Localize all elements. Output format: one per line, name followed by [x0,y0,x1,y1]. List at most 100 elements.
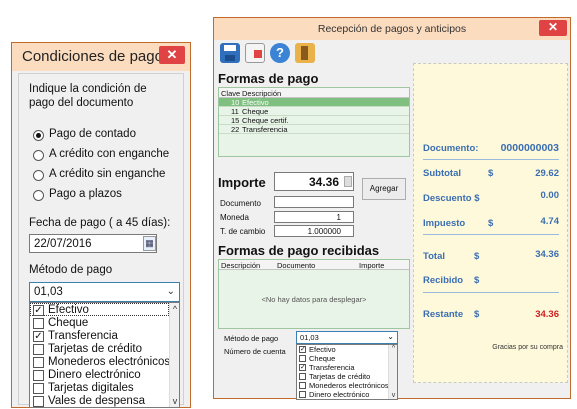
window-title-bar[interactable]: Recepción de pagos y anticipos ✕ [214,18,570,40]
checkbox[interactable] [33,370,44,381]
recibidas-title: Formas de pago recibidas [218,243,380,258]
grid-header: Clave Descripción [219,88,409,98]
chevron-down-icon[interactable]: ⌄ [167,286,175,297]
close-button[interactable]: ✕ [539,20,567,36]
agregar-button[interactable]: Agregar [362,178,406,200]
help-icon[interactable]: ? [270,43,290,63]
moneda-field[interactable]: 1 [274,211,354,223]
total-currency: $ [474,251,480,262]
checkbox[interactable] [299,373,306,380]
formas-title: Formas de pago [218,71,319,86]
recibidas-grid: Descripción Documento Importe <No hay da… [218,259,410,329]
close-button[interactable]: ✕ [159,46,185,64]
thanks-message: Gracias por su compra [492,344,563,351]
documento-summary-label: Documento: [423,143,479,154]
metodo-options-list: ✓ Efectivo Cheque ✓ Transferencia Tarjetas… [296,344,398,400]
date-value: 22/07/2016 [34,238,92,250]
list-item-label: Transferencia [309,363,355,372]
date-field[interactable]: 22/07/2016 [29,234,157,253]
method-options-list: ✓ Efectivo Cheque ✓ Transferencia Tarjetas… [29,302,180,408]
list-item-label: Tarjetas digitales [48,382,134,394]
calendar-icon[interactable]: ▦ [143,236,156,251]
divider [423,234,559,235]
restante-label: Restante [423,309,464,320]
total-value: 34.36 [535,249,559,260]
scroll-up-icon[interactable]: ^ [170,304,180,314]
exit-icon[interactable] [295,43,315,63]
subtotal-currency: $ [488,168,494,179]
table-row[interactable]: 11 Cheque [219,107,409,116]
radio-button[interactable] [33,170,44,181]
restante-currency: $ [474,309,480,320]
table-row[interactable]: 15 Cheque certif. [219,116,409,125]
metodo-value: 01,03 [300,333,319,342]
checkbox[interactable]: ✓ [33,331,44,342]
formas-grid: Clave Descripción 10 Efectivo 11 Cheque … [218,87,410,157]
radio-button[interactable] [33,190,44,201]
cell-descripcion: Cheque [242,107,269,116]
checkbox[interactable] [299,382,306,389]
method-select[interactable]: 01,03 ⌄ [29,282,180,302]
radio-button[interactable] [33,130,44,141]
documento-field[interactable] [274,196,354,208]
list-item-label: Monederos electrónicos [48,356,171,368]
checkbox[interactable] [33,344,44,355]
checkbox[interactable] [299,391,306,398]
table-row[interactable]: 10 Efectivo [219,98,409,107]
chevron-down-icon[interactable]: ⌄ [387,332,394,341]
list-item-label: Cheque [48,317,89,329]
cell-clave: 15 [231,116,240,125]
dialog-title: Condiciones de pago [22,48,163,65]
toolbar: ? [218,42,328,66]
descuento-label: Descuento $ [423,193,480,204]
moneda-value: 1 [336,213,341,222]
recibido-currency: $ [474,275,480,286]
spinner-icon[interactable] [344,176,352,187]
scrollbar[interactable]: ^ v [169,303,179,407]
radio-label: A crédito sin enganche [49,168,166,180]
table-row[interactable]: 22 Transferencia [219,125,409,134]
list-item-label: Vales de despensa [48,395,145,407]
method-label: Método de pago [29,264,113,276]
checkbox[interactable]: ✓ [299,346,306,353]
scroll-up-icon[interactable]: ^ [389,345,398,352]
list-item-label: Efectivo [48,304,89,316]
checkbox[interactable] [33,396,44,407]
descuento-value: 0.00 [540,190,560,201]
dialog-title-bar[interactable]: Condiciones de pago ✕ [12,43,190,71]
checkbox[interactable]: ✓ [33,305,44,316]
date-label: Fecha de pago ( a 45 días): [29,217,171,229]
screen: Condiciones de pago ✕ Indique la condici… [0,0,577,409]
restante-value: 34.36 [535,309,559,320]
save-icon[interactable] [220,43,240,63]
list-item-label: Monederos electrónicos [309,381,389,390]
radio-label: A crédito con enganche [49,148,170,160]
scroll-down-icon[interactable]: v [389,392,398,399]
payments-window: Recepción de pagos y anticipos ✕ ? Forma… [213,17,571,400]
scrollbar[interactable]: ^ v [388,345,397,399]
list-item-label: Dinero electrónico [309,390,370,399]
impuesto-label: Impuesto [423,218,466,229]
cell-clave: 22 [231,125,240,134]
importe-field[interactable]: 34.36 [274,172,354,191]
checkbox[interactable] [299,355,306,362]
tipo-cambio-field[interactable]: 1.000000 [274,225,354,237]
cell-clave: 10 [231,98,240,107]
radio-button[interactable] [33,150,44,161]
checkbox[interactable] [33,383,44,394]
instruction-line-1: Indique la condición de [29,83,147,95]
empty-message: <No hay datos para desplegar> [261,295,367,304]
impuesto-value: 4.74 [540,216,560,227]
divider [423,292,559,293]
checkbox[interactable] [33,318,44,329]
list-item-label: Dinero electrónico [48,369,141,381]
tipo-cambio-label: T. de cambio [220,227,266,236]
dialog-body: Indique la condición de pago del documen… [18,73,184,408]
checkbox[interactable] [33,357,44,368]
column-header: Documento [277,261,316,270]
tipo-cambio-value: 1.000000 [307,227,341,236]
document-icon[interactable] [245,43,265,63]
checkbox[interactable]: ✓ [299,364,306,371]
scroll-down-icon[interactable]: v [170,396,180,406]
metodo-select[interactable]: 01,03 ⌄ [296,331,398,344]
